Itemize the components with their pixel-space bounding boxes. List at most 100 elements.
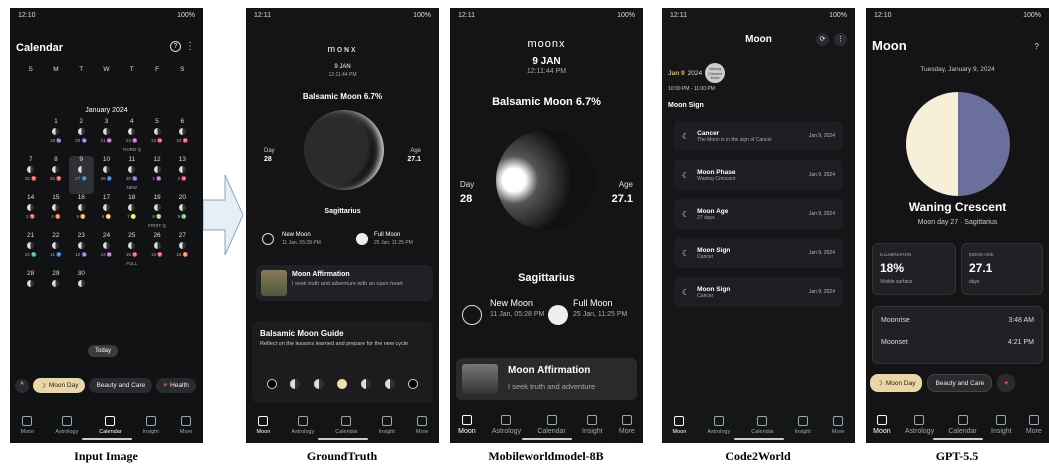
calendar-day[interactable]: 10 28 ♐ <box>94 156 119 194</box>
calendar-day[interactable]: 9 27 ♐ <box>68 156 94 194</box>
nav-moon[interactable]: Moon <box>458 415 476 435</box>
nav-astrology[interactable]: Astrology <box>492 415 521 435</box>
nav-more[interactable]: More <box>619 415 635 435</box>
moon-phase-icon <box>128 166 136 173</box>
nav-moon[interactable]: Moon <box>257 416 270 435</box>
moonset-value: 4:21 PM <box>1007 339 1034 346</box>
calendar-day[interactable]: 19 8 ♍ FIRST Q <box>144 194 169 232</box>
chip-moon-day[interactable]: ☽ Moon Day <box>870 374 923 392</box>
collapse-icon[interactable]: ^ <box>15 378 29 393</box>
calendar-day[interactable]: 13 2 ♓ <box>170 156 195 194</box>
calendar-day[interactable]: 20 9 ♎ <box>170 194 195 232</box>
calendar-nav-icon <box>341 416 352 426</box>
help-icon[interactable]: ? <box>170 41 181 52</box>
nav-astrology[interactable]: Astrology <box>905 415 934 435</box>
calendar-day[interactable]: 21 10 ♏ <box>18 232 43 270</box>
nav-insight[interactable]: Insight <box>143 416 159 435</box>
refresh-icon[interactable]: ⟳ <box>816 33 829 46</box>
calendar-day[interactable]: 7 25 ♈ <box>18 156 43 194</box>
today-button[interactable]: Today <box>88 345 119 357</box>
moon-graphic <box>496 130 596 230</box>
day-value: 28 <box>264 156 272 163</box>
calendar-day[interactable]: 16 5 ♊ <box>69 194 94 232</box>
moon-sign-row[interactable]: ☾ Moon Sign Cancer Jan 9, 2024 <box>674 238 843 268</box>
chip-beauty[interactable]: Beauty and Care <box>927 374 993 392</box>
help-icon[interactable]: ? <box>1035 42 1039 51</box>
calendar-day[interactable]: 24 13 ♒ <box>94 232 119 270</box>
calendar-day[interactable]: 28 <box>18 270 43 308</box>
nav-astrology[interactable]: Astrology <box>707 416 730 435</box>
day-sign: 16 ♉ <box>176 252 189 257</box>
nav-more[interactable]: More <box>180 416 192 435</box>
nav-label: Insight <box>794 429 811 435</box>
affirmation-card[interactable]: Moon Affirmation I seek truth and advent… <box>256 265 433 301</box>
nav-insight[interactable]: Insight <box>582 415 603 435</box>
day-number: 25 <box>128 232 136 239</box>
calendar-day[interactable]: 8 26 ♈ <box>43 156 68 194</box>
calendar-day[interactable]: 17 6 ♋ <box>94 194 119 232</box>
weekday: T <box>79 66 84 73</box>
moon-sign-row[interactable]: ☾ Cancer The Moon is in the sign of Cancer… <box>674 121 843 151</box>
full-moon-dot <box>356 233 368 245</box>
nav-calendar[interactable]: Calendar <box>99 416 122 435</box>
moon-phase-icon <box>52 280 60 287</box>
nav-more[interactable]: More <box>832 416 844 435</box>
calendar-day[interactable]: 5 23 ♓ <box>144 118 169 156</box>
calendar-day[interactable]: 15 4 ♉ <box>43 194 68 232</box>
nav-insight[interactable]: Insight <box>379 416 395 435</box>
calendar-day[interactable]: 22 11 ♐ <box>43 232 68 270</box>
calendar-day[interactable]: 3 21 ♒ <box>94 118 119 156</box>
calendar-day[interactable]: 4 23 ♒ THIRD Q <box>119 118 144 156</box>
nav-moon[interactable]: Moon <box>21 416 34 435</box>
phase-title: Balsamic Moon 6.7% <box>492 96 601 108</box>
nav-calendar[interactable]: Calendar <box>537 415 566 435</box>
nav-more[interactable]: More <box>1026 415 1042 435</box>
more-icon[interactable]: ⋮ <box>834 33 847 46</box>
nav-astrology[interactable]: Astrology <box>55 416 78 435</box>
moon-phase-icon <box>153 166 161 173</box>
affirmation-card[interactable]: Moon Affirmation I seek truth and advent… <box>456 358 637 400</box>
nav-insight[interactable]: Insight <box>991 415 1012 435</box>
chip-moon-day[interactable]: ☽ Moon Day <box>33 378 86 393</box>
calendar-day[interactable]: 2 20 ♑ <box>69 118 94 156</box>
calendar-day[interactable]: 23 12 ♑ <box>69 232 94 270</box>
nav-more[interactable]: More <box>416 416 428 435</box>
panel-input: 12:10 100% Calendar ? ⋮ S M T W T F S January 2… <box>10 8 203 443</box>
calendar-day[interactable]: 12 1 ♒ <box>144 156 169 194</box>
date-label: Tuesday, January 9, 2024 <box>920 66 995 73</box>
calendar-day[interactable]: 18 7 ♌ <box>119 194 144 232</box>
day-number: 15 <box>52 194 60 201</box>
moon-sign-row[interactable]: ☾ Moon Age 27 days Jan 9, 2024 <box>674 199 843 229</box>
moon-sign-row[interactable]: ☾ Moon Sign Cancer Jan 9, 2024 <box>674 277 843 307</box>
calendar-day[interactable]: 26 15 ♈ <box>144 232 169 270</box>
calendar-day[interactable]: 1 19 ♑ <box>43 118 68 156</box>
nav-astrology[interactable]: Astrology <box>291 416 314 435</box>
nav-calendar[interactable]: Calendar <box>948 415 977 435</box>
nav-insight[interactable]: Insight <box>795 416 811 435</box>
nav-calendar[interactable]: Calendar <box>335 416 358 435</box>
chip-beauty[interactable]: Beauty and Care <box>89 378 153 393</box>
day-number: 2 <box>79 118 84 125</box>
chip-health[interactable]: ♥ <box>997 374 1016 392</box>
calendar-day[interactable]: 6 24 ♓ <box>170 118 195 156</box>
more-icon[interactable]: ⋮ <box>185 41 195 52</box>
moon-sign-row[interactable]: ☾ Moon Phase Waning Crescent Jan 9, 2024 <box>674 160 843 190</box>
calendar-day[interactable]: 25 15 ♓ FULL <box>119 232 144 270</box>
nav-moon[interactable]: Moon <box>873 415 891 435</box>
moon-phase-icon <box>52 166 60 173</box>
calendar-day[interactable]: 27 16 ♉ <box>170 232 195 270</box>
astrology-nav-icon <box>914 415 925 425</box>
calendar-day[interactable]: 29 <box>43 270 68 308</box>
calendar-day[interactable]: 14 3 ♈ <box>18 194 43 232</box>
nav-moon[interactable]: Moon <box>673 416 686 435</box>
calendar-day[interactable]: 11 30 ♑ NEW <box>119 156 144 194</box>
day-sign: 23 ♓ <box>151 138 163 143</box>
day-sign: 13 ♒ <box>100 252 113 257</box>
nav-calendar[interactable]: Calendar <box>751 416 774 435</box>
zodiac-sign: Sagittarius <box>518 272 575 284</box>
guide-card[interactable]: Balsamic Moon Guide Reflect on the lesso… <box>252 321 433 403</box>
chip-health[interactable]: ♥ Health <box>156 378 196 393</box>
row-date: Jan 9, 2024 <box>808 289 835 295</box>
nav-label: Insight <box>582 428 603 435</box>
calendar-day[interactable]: 30 <box>69 270 94 308</box>
